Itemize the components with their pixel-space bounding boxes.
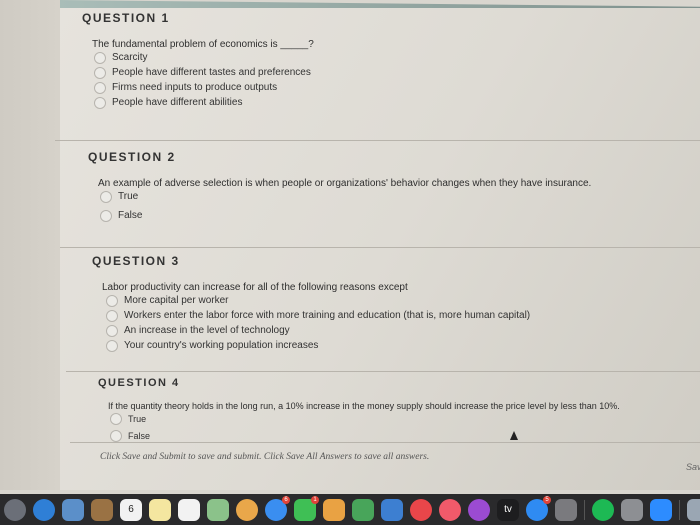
pages-icon[interactable] bbox=[323, 498, 345, 521]
option-abilities[interactable]: People have different abilities bbox=[94, 95, 662, 110]
dock-separator bbox=[679, 499, 680, 520]
messages-icon[interactable]: 6 bbox=[265, 495, 290, 521]
numbers-icon[interactable] bbox=[352, 498, 374, 521]
option-capital[interactable]: More capital per worker bbox=[106, 293, 692, 308]
question-text: Labor productivity can increase for all … bbox=[102, 282, 408, 293]
radio-button[interactable] bbox=[94, 81, 106, 94]
option-technology[interactable]: An increase in the level of technology bbox=[106, 323, 692, 338]
divider bbox=[66, 371, 700, 372]
divider bbox=[55, 140, 700, 141]
photos-icon[interactable] bbox=[236, 498, 258, 521]
mouse-cursor-icon bbox=[510, 431, 518, 440]
news-icon[interactable] bbox=[410, 498, 432, 521]
option-true[interactable]: True bbox=[100, 189, 688, 204]
notification-badge: 1 bbox=[311, 495, 319, 504]
option-false[interactable]: False bbox=[100, 208, 688, 223]
option-scarcity[interactable]: Scarcity bbox=[94, 50, 662, 65]
radio-button[interactable] bbox=[100, 190, 112, 203]
radio-button[interactable] bbox=[106, 294, 118, 307]
finder-window-icon[interactable] bbox=[687, 498, 700, 521]
question-4: QUESTION 4 If the quantity theory holds … bbox=[98, 377, 698, 443]
notes-brown-icon[interactable] bbox=[91, 498, 113, 521]
launchpad-icon[interactable] bbox=[4, 498, 26, 521]
dock-separator bbox=[584, 499, 585, 520]
dock-icon-label: tv bbox=[504, 504, 512, 515]
app-store-icon[interactable]: 5 bbox=[526, 495, 551, 521]
radio-button[interactable] bbox=[100, 209, 112, 222]
window-gutter bbox=[0, 0, 60, 490]
question-3: QUESTION 3 Labor productivity can increa… bbox=[92, 254, 692, 353]
music-icon[interactable] bbox=[439, 498, 461, 521]
maps-icon[interactable] bbox=[207, 498, 229, 521]
option-true[interactable]: True bbox=[110, 411, 698, 426]
question-title: QUESTION 3 bbox=[92, 254, 180, 268]
dock: 6 6 1 tv 5 bbox=[0, 494, 700, 525]
facetime-icon[interactable]: 1 bbox=[294, 495, 319, 521]
radio-button[interactable] bbox=[110, 429, 122, 442]
option-false[interactable]: False bbox=[110, 428, 698, 443]
notes-icon[interactable] bbox=[149, 498, 171, 521]
radio-button[interactable] bbox=[94, 51, 106, 64]
calendar-icon[interactable]: 6 bbox=[120, 498, 142, 521]
question-text: An example of adverse selection is when … bbox=[98, 178, 592, 189]
safari-icon[interactable] bbox=[33, 498, 55, 521]
radio-button[interactable] bbox=[110, 412, 122, 425]
zoom-icon[interactable] bbox=[650, 498, 672, 521]
option-inputs[interactable]: Firms need inputs to produce outputs bbox=[94, 80, 662, 95]
radio-button[interactable] bbox=[106, 324, 118, 337]
save-all-answers-button[interactable]: Sav bbox=[686, 462, 700, 472]
spotify-icon[interactable] bbox=[592, 498, 614, 521]
option-tastes[interactable]: People have different tastes and prefere… bbox=[94, 65, 662, 80]
option-training[interactable]: Workers enter the labor force with more … bbox=[106, 308, 692, 323]
question-text: If the quantity theory holds in the long… bbox=[108, 401, 620, 411]
radio-button[interactable] bbox=[106, 339, 118, 352]
radio-button[interactable] bbox=[94, 66, 106, 79]
dock-icon-label: 6 bbox=[128, 504, 134, 515]
question-2: QUESTION 2 An example of adverse selecti… bbox=[88, 150, 688, 223]
notification-badge: 6 bbox=[282, 495, 290, 504]
option-population[interactable]: Your country's working population increa… bbox=[106, 338, 692, 353]
submit-instructions: Click Save and Submit to save and submit… bbox=[100, 452, 430, 462]
question-title: QUESTION 4 bbox=[98, 377, 180, 389]
divider bbox=[60, 247, 700, 248]
preview-icon[interactable] bbox=[62, 498, 84, 521]
podcasts-icon[interactable] bbox=[468, 498, 490, 521]
reminders-icon[interactable] bbox=[178, 498, 200, 521]
question-title: QUESTION 1 bbox=[82, 11, 170, 25]
system-preferences-icon[interactable] bbox=[555, 498, 577, 521]
question-title: QUESTION 2 bbox=[88, 150, 176, 164]
notification-badge: 5 bbox=[543, 495, 551, 504]
downloads-icon[interactable] bbox=[621, 498, 643, 521]
divider bbox=[70, 442, 700, 443]
question-1: QUESTION 1 The fundamental problem of ec… bbox=[82, 11, 662, 110]
question-text: The fundamental problem of economics is … bbox=[92, 39, 314, 50]
apple-tv-icon[interactable]: tv bbox=[497, 498, 519, 521]
radio-button[interactable] bbox=[94, 96, 106, 109]
keynote-icon[interactable] bbox=[381, 498, 403, 521]
radio-button[interactable] bbox=[106, 309, 118, 322]
